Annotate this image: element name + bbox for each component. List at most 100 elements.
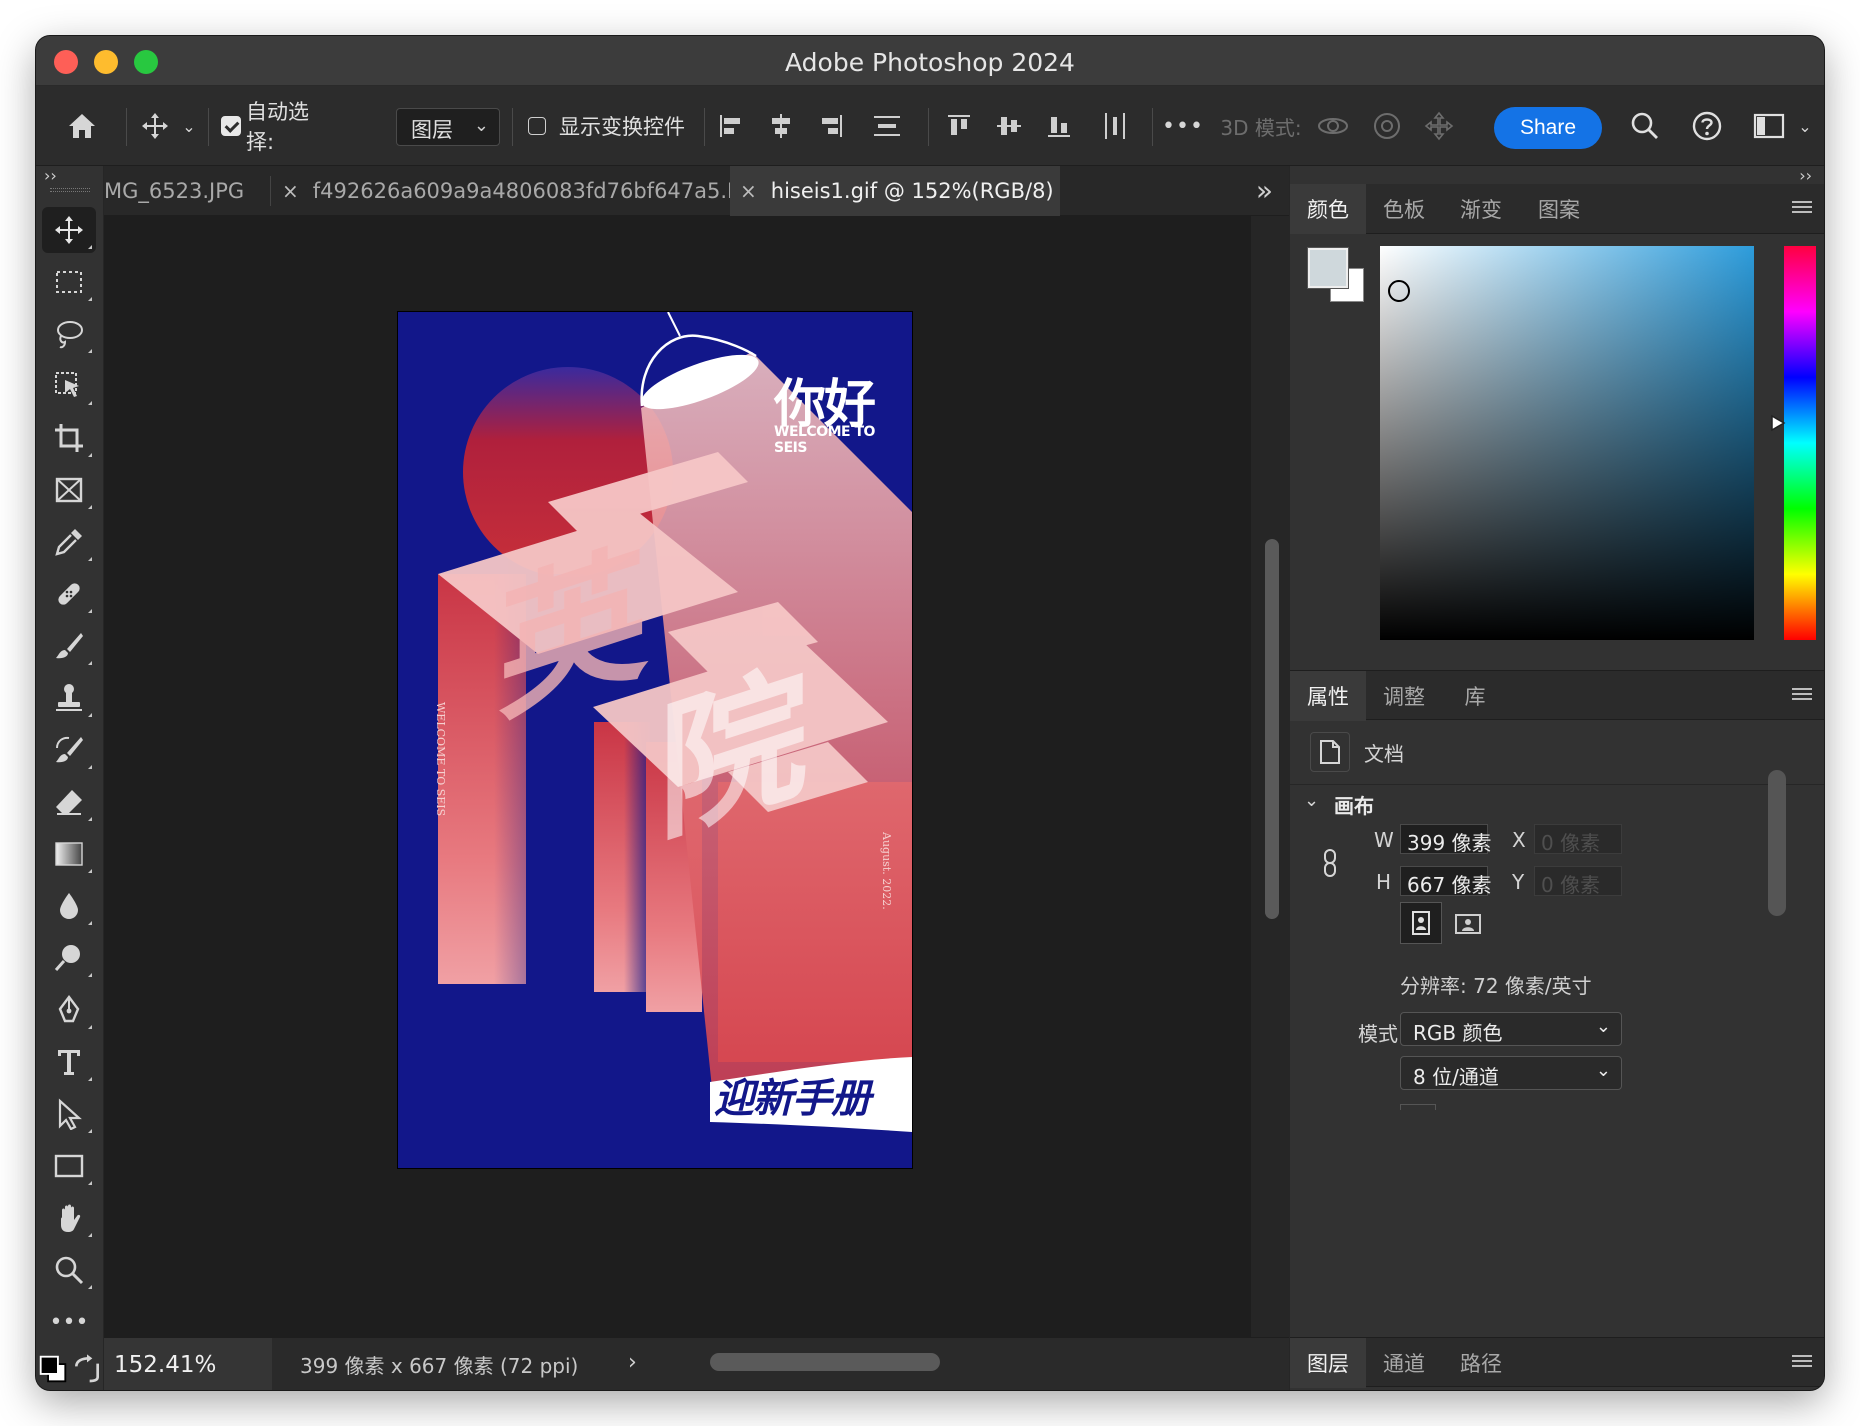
landscape-orientation-button[interactable]	[1448, 904, 1488, 944]
color-picker-cursor[interactable]	[1388, 280, 1410, 302]
eraser-tool[interactable]	[42, 779, 96, 825]
move-tool[interactable]	[42, 207, 96, 253]
workspace-button[interactable]	[1744, 86, 1794, 166]
search-button[interactable]	[1620, 86, 1670, 166]
more-tools-button[interactable]: •••	[42, 1299, 96, 1345]
doc-tab-f492626a[interactable]: × f492626a609a9a4806083fd76bf647a5.PNG	[272, 166, 730, 216]
bit-depth-dropdown[interactable]: 8 位/通道 ⌄	[1400, 1056, 1622, 1090]
panel-menu-icon[interactable]	[1792, 685, 1812, 705]
tab-channels[interactable]: 通道	[1366, 1338, 1442, 1388]
saturation-brightness-field[interactable]	[1380, 246, 1754, 640]
document-canvas[interactable]: 你好 WELCOME TO SEIS 英 院 WELCOME TO SEIS A…	[398, 312, 912, 1168]
frame-icon	[55, 477, 83, 503]
align-top-button[interactable]	[936, 86, 982, 166]
zoom-level-field[interactable]: 152.41%	[104, 1338, 272, 1390]
marquee-tool[interactable]	[42, 259, 96, 305]
layer-select-dropdown[interactable]: 图层 ⌄	[396, 108, 500, 146]
stamp-tool[interactable]	[42, 675, 96, 721]
document-properties-button[interactable]	[1310, 732, 1350, 772]
chevron-down-icon[interactable]: ⌄	[176, 86, 202, 166]
tab-libraries[interactable]: 库	[1442, 671, 1508, 721]
align-hcenter-button[interactable]	[758, 86, 804, 166]
tab-color[interactable]: 颜色	[1290, 184, 1366, 234]
3d-roll-button[interactable]	[1362, 86, 1412, 166]
3d-pan-button[interactable]	[1414, 86, 1464, 166]
tab-swatches[interactable]: 色板	[1366, 184, 1442, 234]
properties-scroll-thumb[interactable]	[1768, 770, 1786, 916]
chevron-down-icon[interactable]: ⌄	[1792, 86, 1818, 166]
align-right-button[interactable]	[808, 86, 854, 166]
align-hcenter-icon	[772, 114, 790, 138]
move-tool-preset[interactable]	[130, 86, 180, 166]
help-button[interactable]	[1682, 86, 1732, 166]
brush-tool[interactable]	[42, 623, 96, 669]
poster-vertical-right: August. 2022.	[880, 832, 893, 910]
tab-gradients[interactable]: 渐变	[1442, 184, 1520, 234]
blur-tool[interactable]	[42, 883, 96, 929]
3d-mode-label: 3D 模式:	[1220, 115, 1302, 140]
distribute-horizontal-button[interactable]	[1092, 86, 1138, 166]
panel-menu-icon[interactable]	[1792, 1352, 1812, 1372]
frame-tool[interactable]	[42, 467, 96, 513]
move-icon	[142, 113, 168, 139]
width-field[interactable]: 399 像素	[1400, 824, 1492, 855]
healing-brush-tool[interactable]	[42, 571, 96, 617]
portrait-orientation-button[interactable]	[1400, 902, 1442, 944]
3d-orbit-button[interactable]	[1308, 86, 1358, 166]
tab-layers[interactable]: 图层	[1290, 1338, 1366, 1388]
home-button[interactable]	[54, 86, 110, 166]
tab-patterns[interactable]: 图案	[1520, 184, 1598, 234]
toolbar-grip[interactable]	[50, 188, 90, 192]
default-colors-button[interactable]	[36, 1346, 70, 1390]
vertical-scroll-thumb[interactable]	[1265, 539, 1279, 919]
swap-colors-button[interactable]	[70, 1346, 104, 1390]
history-brush-tool[interactable]	[42, 727, 96, 773]
path-select-tool[interactable]	[42, 1091, 96, 1137]
panel-menu-icon[interactable]	[1792, 198, 1812, 218]
crop-tool[interactable]	[42, 415, 96, 461]
doc-tab-mg-6523[interactable]: MG_6523.JPG	[104, 166, 270, 216]
link-dimensions-button[interactable]	[1320, 848, 1340, 882]
more-options-button[interactable]: •••	[1158, 86, 1208, 166]
gradient-tool[interactable]	[42, 831, 96, 877]
pen-tool[interactable]	[42, 987, 96, 1033]
status-menu-arrow[interactable]: ›	[628, 1350, 637, 1375]
color-mode-dropdown[interactable]: RGB 颜色 ⌄	[1400, 1012, 1622, 1046]
chevron-down-icon[interactable]: ⌄	[1304, 790, 1319, 811]
hue-slider[interactable]	[1784, 246, 1816, 640]
close-icon[interactable]: ×	[282, 179, 299, 203]
x-field[interactable]: 0 像素	[1534, 824, 1622, 855]
show-transform-checkbox[interactable]	[522, 86, 552, 166]
canvas-area[interactable]: 你好 WELCOME TO SEIS 英 院 WELCOME TO SEIS A…	[104, 216, 1289, 1337]
dodge-tool[interactable]	[42, 935, 96, 981]
shape-tool[interactable]	[42, 1143, 96, 1189]
vertical-scrollbar[interactable]	[1251, 216, 1289, 1337]
collapse-panels-button[interactable]: ››	[1799, 166, 1812, 185]
type-tool[interactable]	[42, 1039, 96, 1085]
object-select-tool[interactable]	[42, 363, 96, 409]
y-field[interactable]: 0 像素	[1534, 866, 1622, 897]
horizontal-scroll-thumb[interactable]	[710, 1353, 940, 1371]
foreground-color-swatch[interactable]	[1308, 248, 1348, 288]
auto-select-checkbox[interactable]	[216, 86, 246, 166]
lasso-tool[interactable]	[42, 311, 96, 357]
share-button[interactable]: Share	[1494, 107, 1602, 149]
separator	[126, 108, 127, 146]
hand-tool[interactable]	[42, 1195, 96, 1241]
align-left-button[interactable]	[708, 86, 754, 166]
tab-adjustments[interactable]: 调整	[1366, 671, 1442, 721]
tab-paths[interactable]: 路径	[1442, 1338, 1520, 1388]
color-panel-tabs: 颜色 色板 渐变 图案	[1290, 184, 1824, 234]
collapse-toolbar-button[interactable]: ››	[44, 166, 57, 185]
eyedropper-tool[interactable]	[42, 519, 96, 565]
tab-properties[interactable]: 属性	[1290, 671, 1366, 721]
close-icon[interactable]: ×	[740, 179, 757, 203]
tabs-overflow-button[interactable]: »	[1256, 174, 1273, 207]
align-vcenter-button[interactable]	[986, 86, 1032, 166]
distribute-vertical-button[interactable]	[864, 86, 910, 166]
zoom-tool[interactable]	[42, 1247, 96, 1293]
align-bottom-button[interactable]	[1036, 86, 1082, 166]
doc-tab-hiseis1[interactable]: × hiseis1.gif @ 152%(RGB/8)	[730, 166, 1060, 216]
hue-slider-handle[interactable]	[1770, 414, 1786, 432]
height-field[interactable]: 667 像素	[1400, 866, 1492, 897]
